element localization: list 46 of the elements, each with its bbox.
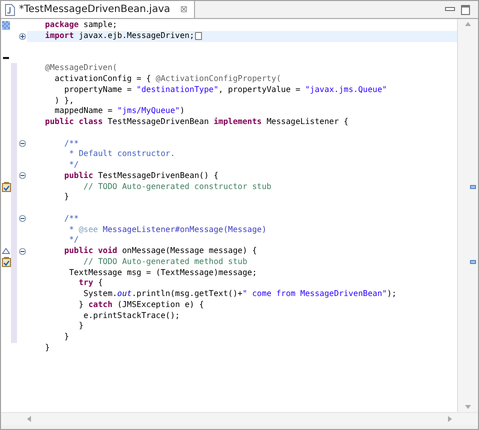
marker-icon <box>2 20 10 30</box>
code-line: } <box>63 332 70 342</box>
override-icon[interactable] <box>2 248 10 254</box>
code-line: // TODO Auto-generated constructor stub <box>82 182 272 192</box>
code-line: mappedName = "jms/MyQueue") <box>54 106 185 116</box>
code-line: TextMessage msg = (TextMessage)message; <box>68 268 257 278</box>
code-line: /** <box>63 138 79 149</box>
code-line: } <box>45 342 50 353</box>
code-line: public class TestMessageDrivenBean implements MessageListener { <box>45 117 348 128</box>
code-line: ) }, <box>54 96 74 106</box>
code-line: public TestMessageDrivenBean() { <box>63 170 218 181</box>
minimize-icon[interactable] <box>445 5 455 13</box>
expand-icon[interactable] <box>18 32 26 40</box>
code-line: import javax.ejb.MessageDriven; <box>45 31 194 42</box>
code-line: // TODO Auto-generated method stub <box>82 256 248 267</box>
code-line: */ <box>68 235 79 246</box>
code-line: package sample; <box>45 20 118 30</box>
dash-icon <box>3 56 9 59</box>
editor-tab[interactable]: *TestMessageDrivenBean.java ⊠ <box>1 1 195 18</box>
code-line: * Default constructor. <box>68 149 176 160</box>
code-line: propertyName = "destinationType", propertyValue = "javax.jms.Queue" <box>63 84 387 95</box>
collapse-icon[interactable] <box>18 215 26 222</box>
java-file-icon <box>5 4 15 16</box>
task-icon[interactable] <box>2 182 10 192</box>
code-line: @MessageDriven( <box>45 63 118 74</box>
task-icon[interactable] <box>2 256 10 267</box>
close-button[interactable]: ⊠ <box>180 4 188 14</box>
code-line: activationConfig = { @ActivationConfigProperty( <box>54 74 282 84</box>
code-line: } <box>63 192 70 202</box>
code-line: try { <box>78 278 103 288</box>
collapse-icon[interactable] <box>18 248 26 255</box>
code-line: System.out.println(msg.getText()+" come from MessageDrivenBean"); <box>82 289 397 300</box>
code-line: * @see MessageListener#onMessage(Message) <box>68 224 267 235</box>
collapse-icon[interactable] <box>18 172 26 180</box>
code-line: public void onMessage(Message message) { <box>63 246 257 256</box>
overview-marker[interactable] <box>470 260 476 264</box>
collapse-icon[interactable] <box>18 140 26 148</box>
code-line: } catch (JMSException e) { <box>78 300 204 310</box>
overview-marker[interactable] <box>470 184 476 189</box>
folded-code-icon[interactable] <box>195 32 202 40</box>
code-line: } <box>78 321 84 332</box>
maximize-icon[interactable] <box>461 5 470 15</box>
code-line: */ <box>68 160 79 170</box>
code-line: e.printStackTrace(); <box>83 310 180 321</box>
code-line: /** <box>63 214 79 224</box>
tab-title: *TestMessageDrivenBean.java <box>19 4 170 15</box>
